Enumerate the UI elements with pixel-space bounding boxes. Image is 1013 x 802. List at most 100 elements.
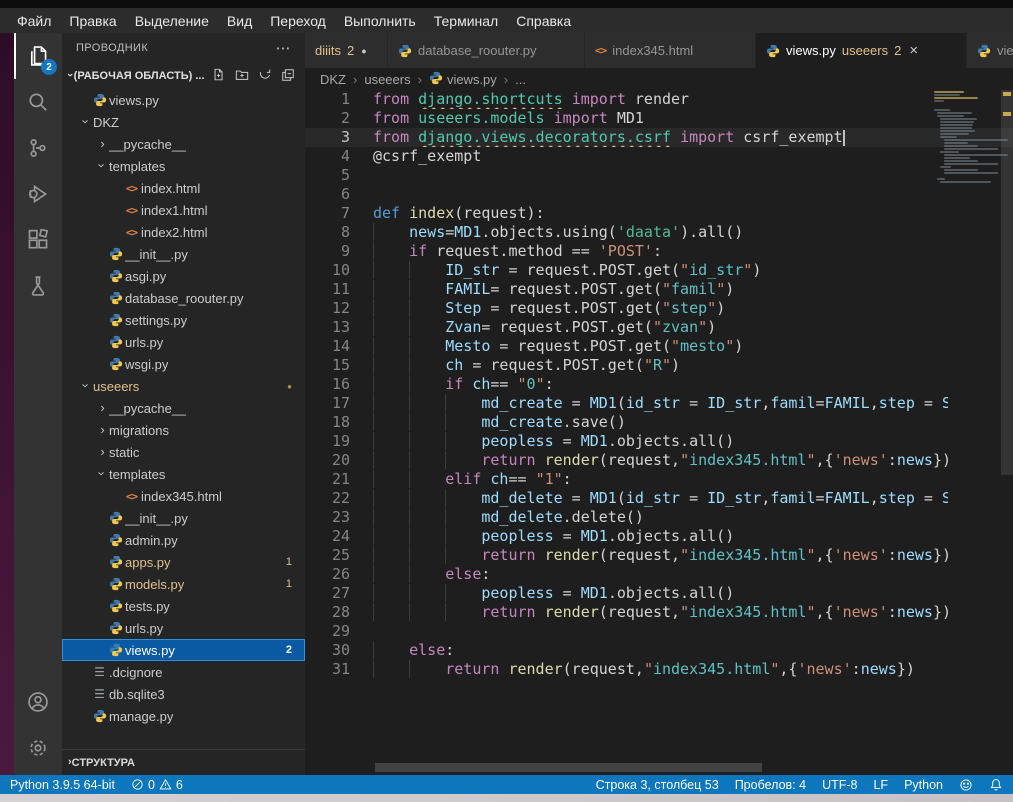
explorer-icon[interactable]: 2 [14, 33, 62, 79]
menu-item-Справка[interactable]: Справка [507, 12, 580, 30]
code-line-text[interactable] [350, 185, 948, 204]
feedback-icon[interactable] [959, 778, 973, 792]
eol-status[interactable]: LF [873, 778, 888, 792]
code-line-text[interactable]: peopless = MD1.objects.all() [350, 584, 948, 603]
collapse-all-icon[interactable] [281, 68, 295, 85]
breadcrumb-item-useeers[interactable]: useeers [364, 72, 410, 87]
code-line-text[interactable]: Step = request.POST.get("step") [350, 299, 948, 318]
horizontal-scrollbar[interactable] [375, 763, 762, 772]
settings-gear-icon[interactable] [14, 725, 62, 771]
code-line-text[interactable]: md_create.save() [350, 413, 948, 432]
code-line-text[interactable]: else: [350, 641, 948, 660]
tab-views.py[interactable]: views.pyuseeers2× [756, 33, 967, 68]
code-line-text[interactable]: news=MD1.objects.using('daata').all() [350, 223, 948, 242]
menu-item-Переход[interactable]: Переход [261, 12, 335, 30]
refresh-icon[interactable] [258, 68, 272, 85]
code-line-text[interactable]: if request.method == 'POST': [350, 242, 948, 261]
outline-section-header[interactable]: › СТРУКТУРА [62, 749, 305, 775]
tree-item-static[interactable]: ›static [62, 441, 305, 463]
python-interpreter-status[interactable]: Python 3.9.5 64-bit [10, 778, 115, 792]
code-line-text[interactable]: md_delete = MD1(id_str = ID_str,famil=FA… [350, 489, 948, 508]
problems-status[interactable]: 06 [131, 778, 183, 792]
indentation-status[interactable]: Пробелов: 4 [735, 778, 806, 792]
code-line-text[interactable]: return render(request,"index345.html",{'… [350, 546, 948, 565]
breadcrumb-item-views.py[interactable]: views.py [429, 71, 497, 88]
menu-item-Терминал[interactable]: Терминал [425, 12, 507, 30]
tree-item-manage.py[interactable]: manage.py [62, 705, 305, 727]
search-icon[interactable] [14, 79, 62, 125]
new-file-icon[interactable] [212, 68, 226, 85]
tree-item-DKZ[interactable]: ›DKZ [62, 111, 305, 133]
code-line-text[interactable] [350, 166, 948, 185]
breadcrumb-item-...[interactable]: ... [515, 72, 526, 87]
tree-item-__init__.py[interactable]: __init__.py [62, 507, 305, 529]
encoding-status[interactable]: UTF-8 [822, 778, 857, 792]
vertical-scrollbar[interactable] [1001, 90, 1013, 775]
code-editor[interactable]: 1from django.shortcuts import render2fro… [305, 90, 1013, 775]
code-line-text[interactable]: if ch== "0": [350, 375, 948, 394]
tree-item-views.py[interactable]: views.py [62, 89, 305, 111]
code-line-text[interactable]: md_create = MD1(id_str = ID_str,famil=FA… [350, 394, 948, 413]
tree-item-tests.py[interactable]: tests.py [62, 595, 305, 617]
code-line-text[interactable]: from useeers.models import MD1 [350, 109, 948, 128]
menu-item-Выполнить[interactable]: Выполнить [335, 12, 425, 30]
sidebar-more-actions-icon[interactable]: ⋯ [276, 39, 291, 57]
tree-item-asgi.py[interactable]: asgi.py [62, 265, 305, 287]
tree-item-urls.py[interactable]: urls.py [62, 331, 305, 353]
code-line-text[interactable]: elif ch== "1": [350, 470, 948, 489]
code-line-text[interactable]: from django.views.decorators.csrf import… [350, 128, 948, 147]
minimap[interactable] [932, 91, 1000, 184]
tab-index345.html[interactable]: <>index345.html [585, 33, 756, 68]
code-line-text[interactable]: return render(request,"index345.html",{'… [350, 603, 948, 622]
run-debug-icon[interactable] [14, 171, 62, 217]
tab-diiits[interactable]: diiits2● [305, 33, 388, 68]
vertical-scrollbar-slider[interactable] [1001, 90, 1013, 475]
code-line-text[interactable]: @csrf_exempt [350, 147, 948, 166]
tree-item-models.py[interactable]: models.py1 [62, 573, 305, 595]
tree-item-templates[interactable]: ›templates [62, 155, 305, 177]
code-line-text[interactable]: peopless = MD1.objects.all() [350, 527, 948, 546]
source-control-icon[interactable] [14, 125, 62, 171]
code-line-text[interactable]: return render(request,"index345.html",{'… [350, 451, 948, 470]
accounts-icon[interactable] [14, 679, 62, 725]
code-line-text[interactable]: Mesto = request.POST.get("mesto") [350, 337, 948, 356]
tab-database_roouter.py[interactable]: database_roouter.py [388, 33, 585, 68]
notifications-bell-icon[interactable] [989, 778, 1003, 792]
tree-item-index2.html[interactable]: <>index2.html [62, 221, 305, 243]
tree-item-index345.html[interactable]: <>index345.html [62, 485, 305, 507]
cursor-position[interactable]: Строка 3, столбец 53 [596, 778, 719, 792]
workspace-section-header[interactable]: › (РАБОЧАЯ ОБЛАСТЬ) ... [62, 63, 305, 89]
code-line-text[interactable] [350, 622, 948, 641]
code-line-text[interactable]: Zvan= request.POST.get("zvan") [350, 318, 948, 337]
menu-item-Правка[interactable]: Правка [60, 12, 125, 30]
tree-item-apps.py[interactable]: apps.py1 [62, 551, 305, 573]
menu-item-Выделение[interactable]: Выделение [126, 12, 218, 30]
tree-item-wsgi.py[interactable]: wsgi.py [62, 353, 305, 375]
extensions-icon[interactable] [14, 217, 62, 263]
code-line-text[interactable]: ch = request.POST.get("R") [350, 356, 948, 375]
menu-item-Вид[interactable]: Вид [218, 12, 261, 30]
tree-item-.dcignore[interactable]: ☰.dcignore [62, 661, 305, 683]
tree-item-__pycache__[interactable]: ›__pycache__ [62, 133, 305, 155]
menu-item-Файл[interactable]: Файл [8, 12, 60, 30]
tree-item-views.py[interactable]: views.py2 [62, 639, 305, 661]
code-line-text[interactable]: else: [350, 565, 948, 584]
close-icon[interactable]: × [909, 43, 918, 58]
tree-item-settings.py[interactable]: settings.py [62, 309, 305, 331]
tree-item-index1.html[interactable]: <>index1.html [62, 199, 305, 221]
code-line-text[interactable]: md_delete.delete() [350, 508, 948, 527]
tree-item-database_roouter.py[interactable]: database_roouter.py [62, 287, 305, 309]
tree-item-__init__.py[interactable]: __init__.py [62, 243, 305, 265]
tree-item-templates[interactable]: ›templates [62, 463, 305, 485]
code-line-text[interactable]: from django.shortcuts import render [350, 90, 948, 109]
code-line-text[interactable]: return render(request,"index345.html",{'… [350, 660, 948, 679]
language-mode[interactable]: Python [904, 778, 943, 792]
code-line-text[interactable]: peopless = MD1.objects.all() [350, 432, 948, 451]
tree-item-db.sqlite3[interactable]: ☰db.sqlite3 [62, 683, 305, 705]
tree-item-urls.py[interactable]: urls.py [62, 617, 305, 639]
tree-item-admin.py[interactable]: admin.py [62, 529, 305, 551]
tree-item-__pycache__[interactable]: ›__pycache__ [62, 397, 305, 419]
testing-icon[interactable] [14, 263, 62, 309]
tree-item-index.html[interactable]: <>index.html [62, 177, 305, 199]
code-line-text[interactable]: FAMIL= request.POST.get("famil") [350, 280, 948, 299]
